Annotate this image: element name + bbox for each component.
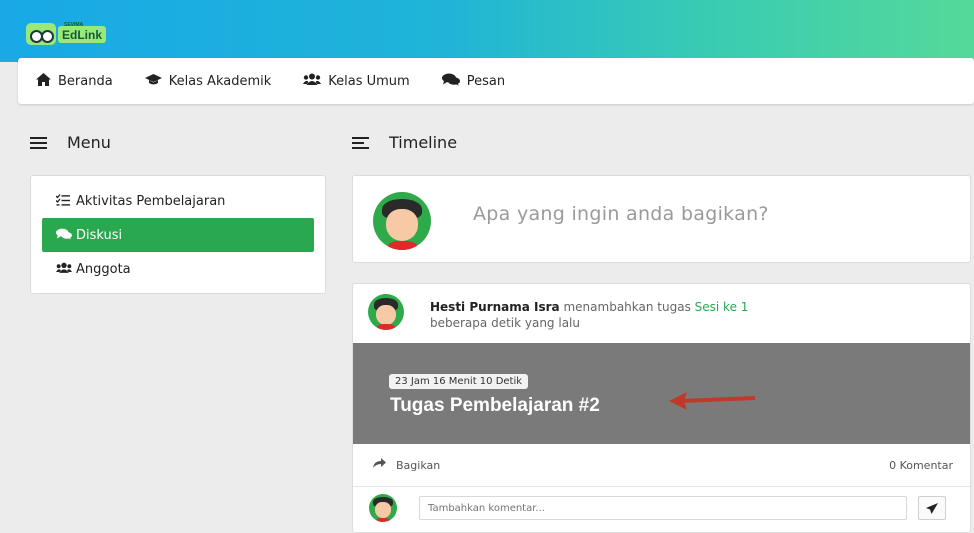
- sidebar-item-aktivitas-label: Aktivitas Pembelajaran: [76, 193, 226, 209]
- send-icon: [926, 502, 938, 514]
- graduation-cap-icon: [144, 73, 162, 90]
- sidebar-item-diskusi[interactable]: Diskusi: [42, 218, 314, 252]
- nav-kelas-akademik-label: Kelas Akademik: [168, 73, 272, 89]
- users-icon: [56, 262, 76, 277]
- nav-kelas-akademik[interactable]: Kelas Akademik: [144, 73, 272, 90]
- feed-actions: Bagikan 0 Komentar: [353, 444, 970, 487]
- users-icon: [303, 73, 322, 90]
- nav-beranda-label: Beranda: [58, 73, 113, 89]
- feed-card: Hesti Purnama Isra menambahkan tugas Ses…: [352, 283, 971, 533]
- menu-title: Menu: [67, 133, 111, 152]
- session-link[interactable]: Sesi ke 1: [695, 300, 749, 314]
- logo-tagline: SEVIMA: [64, 21, 84, 28]
- red-arrow-icon: [669, 392, 756, 410]
- sidebar-menu: Aktivitas Pembelajaran Diskusi Anggota: [30, 175, 326, 294]
- task-title[interactable]: Tugas Pembelajaran #2: [390, 395, 600, 417]
- feed-timestamp: beberapa detik yang lalu: [430, 316, 580, 330]
- timeline-header: Timeline: [352, 133, 457, 152]
- author-avatar: [368, 294, 404, 330]
- share-button[interactable]: Bagikan: [373, 458, 440, 472]
- nav-kelas-umum[interactable]: Kelas Umum: [303, 73, 410, 90]
- comments-icon: [56, 228, 76, 243]
- timeline-title: Timeline: [389, 133, 458, 152]
- feed-meta: Hesti Purnama Isra menambahkan tugas Ses…: [430, 299, 748, 331]
- edlink-logo[interactable]: SEVIMA EdLink: [26, 22, 107, 46]
- top-header: SEVIMA EdLink: [0, 0, 974, 62]
- share-label: Bagikan: [396, 458, 441, 472]
- nav-pesan-label: Pesan: [466, 73, 506, 89]
- home-icon: [36, 72, 51, 90]
- task-banner[interactable]: 23 Jam 16 Menit 10 Detik Tugas Pembelaja…: [353, 343, 970, 444]
- comments-icon: [441, 73, 460, 90]
- logo-mark-icon: [26, 23, 56, 45]
- user-avatar: [373, 192, 431, 250]
- countdown-badge: 23 Jam 16 Menit 10 Detik: [389, 374, 529, 389]
- comment-row: [353, 488, 970, 532]
- menu-hamburger-icon[interactable]: [30, 134, 47, 152]
- commenter-avatar: [369, 494, 397, 522]
- nav-beranda[interactable]: Beranda: [36, 72, 113, 90]
- post-composer[interactable]: Apa yang ingin anda bagikan?: [352, 175, 971, 263]
- sidebar-item-anggota[interactable]: Anggota: [42, 252, 314, 286]
- sidebar-item-aktivitas[interactable]: Aktivitas Pembelajaran: [42, 184, 314, 218]
- author-name[interactable]: Hesti Purnama Isra: [430, 300, 560, 314]
- main-navbar: Beranda Kelas Akademik Kelas Umum Pesan: [18, 58, 974, 104]
- comment-input[interactable]: [419, 496, 907, 520]
- share-icon: [373, 458, 386, 472]
- nav-pesan[interactable]: Pesan: [441, 73, 506, 90]
- logo-text: SEVIMA EdLink: [58, 22, 107, 43]
- feed-action: menambahkan tugas: [563, 300, 691, 314]
- list-check-icon: [55, 193, 76, 209]
- sidebar-item-anggota-label: Anggota: [76, 261, 131, 277]
- sidebar-item-diskusi-label: Diskusi: [76, 227, 123, 243]
- nav-kelas-umum-label: Kelas Umum: [328, 73, 410, 89]
- post-input[interactable]: Apa yang ingin anda bagikan?: [473, 203, 769, 225]
- menu-header: Menu: [30, 133, 111, 152]
- send-comment-button[interactable]: [918, 496, 946, 520]
- timeline-lines-icon: [352, 134, 369, 152]
- comment-count[interactable]: 0 Komentar: [889, 459, 953, 472]
